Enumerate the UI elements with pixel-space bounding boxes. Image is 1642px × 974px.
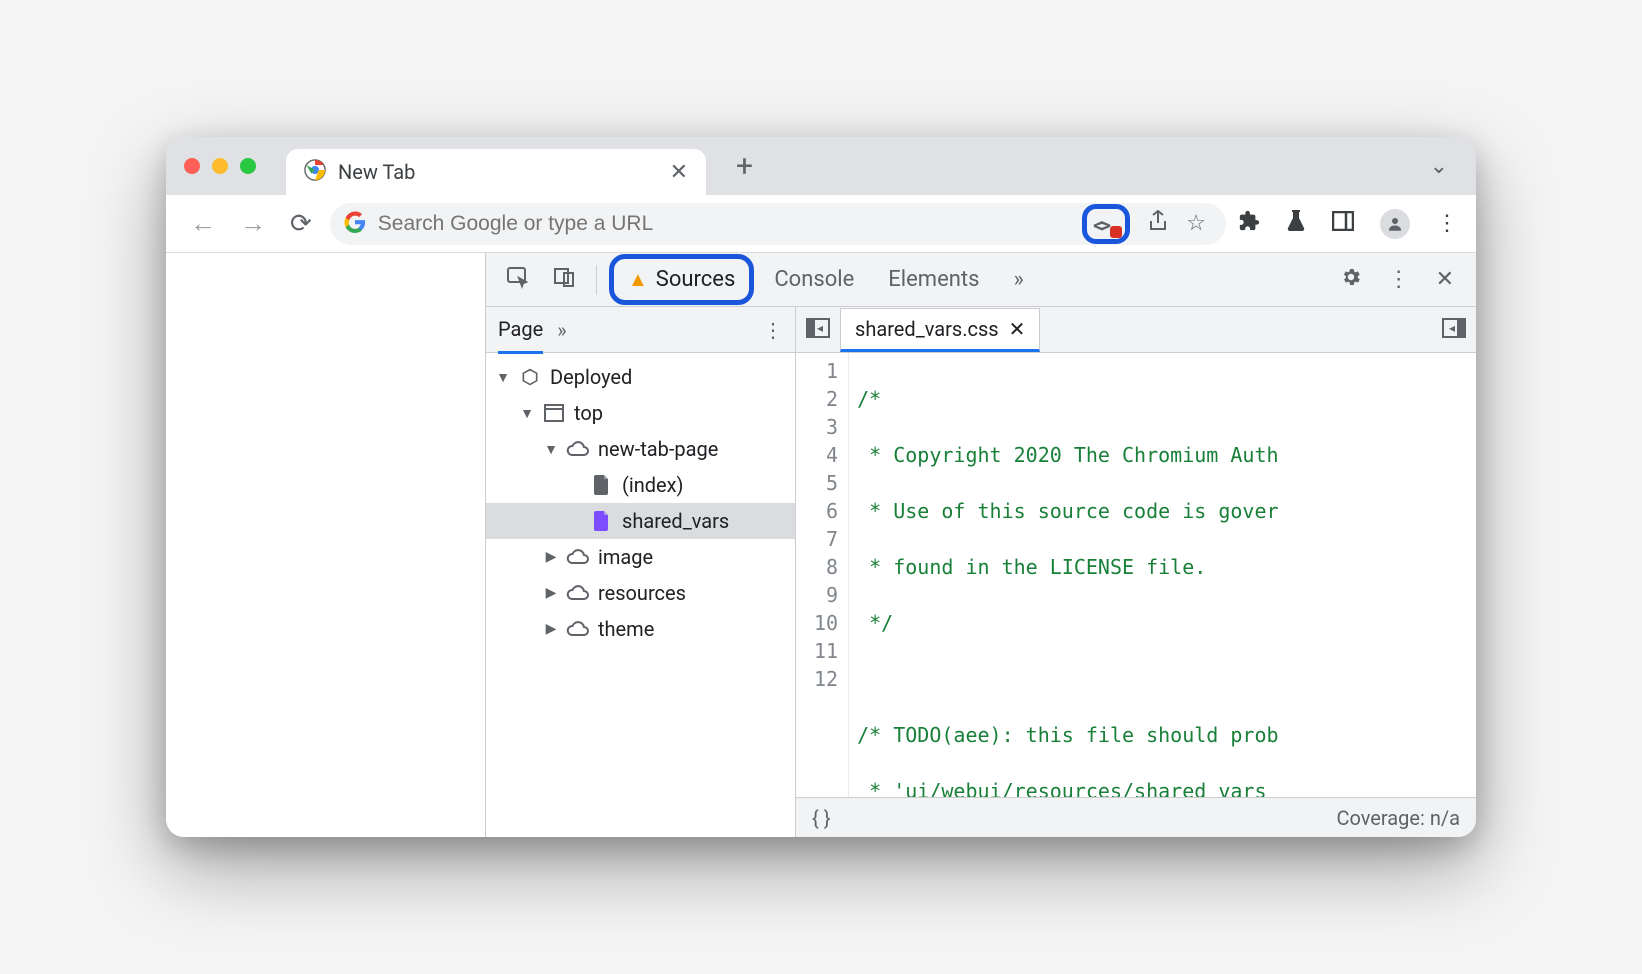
inspect-element-icon[interactable] (498, 265, 538, 295)
chrome-icon (304, 159, 326, 185)
traffic-lights (184, 158, 256, 174)
kebab-menu-icon[interactable]: ⋮ (1436, 211, 1458, 236)
omnibox-actions: <> ☆ (1082, 204, 1206, 244)
tree-label: (index) (622, 473, 684, 497)
tab-sources-highlight[interactable]: ▲ Sources (609, 254, 754, 305)
device-toggle-icon[interactable] (544, 265, 584, 295)
devtools-panel: ▲ Sources Console Elements » ⋮ ✕ Page (486, 253, 1476, 837)
bookmark-star-icon[interactable]: ☆ (1186, 211, 1206, 236)
code-content: /* * Copyright 2020 The Chromium Auth * … (849, 353, 1476, 797)
pretty-print-icon[interactable]: { } (812, 806, 831, 830)
disclosure-triangle-icon[interactable]: ▼ (520, 405, 534, 422)
window-minimize-button[interactable] (212, 158, 228, 174)
toolbar: ← → ⟳ <> ☆ (166, 195, 1476, 253)
browser-tab[interactable]: New Tab ✕ (286, 149, 706, 195)
tree-node-new-tab-page[interactable]: ▼ new-tab-page (486, 431, 795, 467)
source-tab-close-icon[interactable]: ✕ (1009, 317, 1026, 341)
tree-node-index[interactable]: (index) (486, 467, 795, 503)
navigator-kebab-icon[interactable]: ⋮ (763, 318, 783, 342)
omnibox-input[interactable] (378, 212, 1070, 236)
navigator-tab-page[interactable]: Page (498, 307, 543, 354)
new-tab-button[interactable]: + (736, 149, 753, 184)
tabs-overflow[interactable]: » (999, 259, 1037, 300)
tree-label: new-tab-page (598, 437, 718, 461)
sources-navigator: Page » ⋮ ▼ Deployed (486, 307, 796, 837)
toolbar-icons: ⋮ (1238, 209, 1458, 239)
navigator-tabs: Page » ⋮ (486, 307, 795, 353)
sidepanel-icon[interactable] (1332, 211, 1354, 237)
share-icon[interactable] (1148, 210, 1168, 238)
coverage-status: Coverage: n/a (1336, 806, 1460, 830)
tree-node-shared-vars[interactable]: shared_vars (486, 503, 795, 539)
tree-node-theme[interactable]: ▶ theme (486, 611, 795, 647)
cloud-icon (566, 585, 590, 601)
browser-window: New Tab ✕ + ⌄ ← → ⟳ <> (166, 137, 1476, 837)
disclosure-triangle-icon[interactable]: ▼ (496, 369, 510, 386)
tab-close-icon[interactable]: ✕ (670, 160, 688, 185)
settings-gear-icon[interactable] (1330, 266, 1372, 294)
disclosure-triangle-icon[interactable]: ▶ (544, 549, 558, 565)
source-file-name: shared_vars.css (855, 317, 999, 341)
navigator-tabs-overflow[interactable]: » (557, 318, 566, 342)
tree-label: theme (598, 617, 654, 641)
devtools-indicator-highlight: <> (1082, 204, 1130, 244)
omnibox[interactable]: <> ☆ (330, 203, 1226, 245)
tree-node-deployed[interactable]: ▼ Deployed (486, 359, 795, 395)
titlebar: New Tab ✕ + ⌄ (166, 137, 1476, 195)
back-button[interactable]: ← (184, 208, 222, 239)
devtools-body: Page » ⋮ ▼ Deployed (486, 307, 1476, 837)
line-gutter: 1 2 3 4 5 6 7 8 9 10 11 12 (796, 353, 849, 797)
tree-label: top (574, 401, 603, 425)
css-file-icon (590, 511, 614, 531)
tree-label: image (598, 545, 653, 569)
devtools-kebab-icon[interactable]: ⋮ (1378, 267, 1420, 292)
source-tabs: ◂ shared_vars.css ✕ ◂ (796, 307, 1476, 353)
forward-button[interactable]: → (234, 208, 272, 239)
cloud-icon (566, 549, 590, 565)
source-statusbar: { } Coverage: n/a (796, 797, 1476, 837)
tab-title: New Tab (338, 160, 658, 184)
tab-sources-label: Sources (656, 267, 736, 292)
tree-label: Deployed (550, 365, 632, 389)
google-icon (344, 211, 366, 237)
cloud-icon (566, 621, 590, 637)
disclosure-triangle-icon[interactable]: ▶ (544, 621, 558, 637)
tree-node-resources[interactable]: ▶ resources (486, 575, 795, 611)
reload-button[interactable]: ⟳ (284, 209, 318, 239)
devtools-error-icon[interactable]: <> (1093, 213, 1119, 235)
tab-dropdown-icon[interactable]: ⌄ (1430, 154, 1448, 179)
devtools-tabbar: ▲ Sources Console Elements » ⋮ ✕ (486, 253, 1476, 307)
source-viewer: ◂ shared_vars.css ✕ ◂ 1 2 3 4 5 6 7 8 9 … (796, 307, 1476, 837)
window-close-button[interactable] (184, 158, 200, 174)
disclosure-triangle-icon[interactable]: ▼ (544, 441, 558, 458)
window-maximize-button[interactable] (240, 158, 256, 174)
frame-icon (542, 404, 566, 422)
content-area: ▲ Sources Console Elements » ⋮ ✕ Page (166, 253, 1476, 837)
extensions-icon[interactable] (1238, 210, 1260, 238)
warning-icon: ▲ (628, 267, 648, 292)
tree-label: shared_vars (622, 509, 729, 533)
profile-avatar-icon[interactable] (1380, 209, 1410, 239)
toggle-navigator-icon[interactable]: ◂ (806, 318, 830, 342)
deployed-icon (518, 367, 542, 387)
tree-node-image[interactable]: ▶ image (486, 539, 795, 575)
source-code[interactable]: 1 2 3 4 5 6 7 8 9 10 11 12 /* * Copyrigh… (796, 353, 1476, 797)
separator (596, 265, 597, 295)
file-tree: ▼ Deployed ▼ top (486, 353, 795, 837)
tree-node-top[interactable]: ▼ top (486, 395, 795, 431)
source-file-tab[interactable]: shared_vars.css ✕ (840, 308, 1040, 352)
tab-console[interactable]: Console (760, 259, 868, 300)
file-icon (590, 475, 614, 495)
page-viewport (166, 253, 486, 837)
tree-label: resources (598, 581, 686, 605)
disclosure-triangle-icon[interactable]: ▶ (544, 585, 558, 601)
cloud-icon (566, 441, 590, 457)
labs-icon[interactable] (1286, 210, 1306, 238)
devtools-close-icon[interactable]: ✕ (1426, 267, 1464, 292)
tab-elements[interactable]: Elements (874, 259, 993, 300)
toggle-debugger-icon[interactable]: ◂ (1442, 318, 1466, 342)
